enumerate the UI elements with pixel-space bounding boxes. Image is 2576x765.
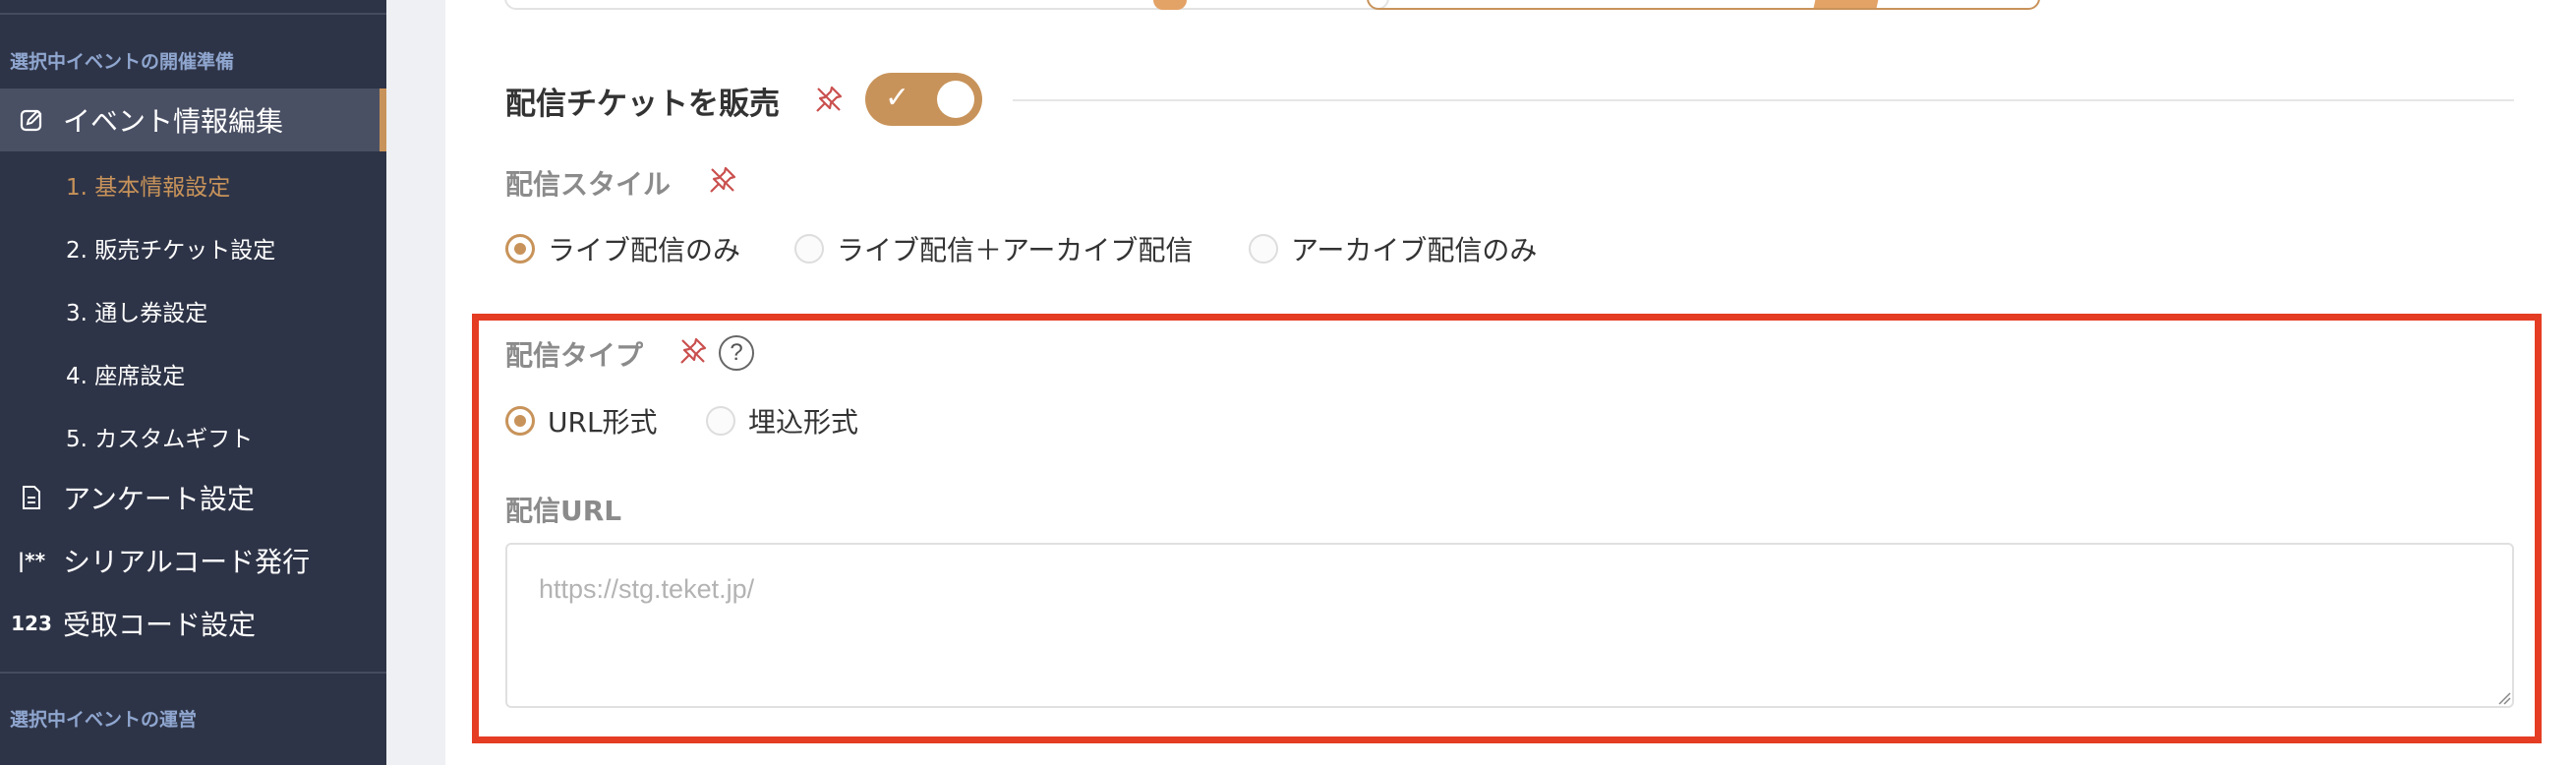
- pin-off-icon: [708, 165, 737, 199]
- top-button[interactable]: [1367, 0, 2040, 10]
- radio-live[interactable]: [505, 234, 535, 264]
- sidebar-item-label: アンケート設定: [63, 483, 255, 515]
- radio-label: ライブ配信＋アーカイブ配信: [837, 234, 1194, 266]
- sidebar-subitem-seats[interactable]: 4. 座席設定: [66, 357, 185, 390]
- radio-embed[interactable]: [706, 406, 735, 436]
- sidebar-item-label: シリアルコード発行: [63, 546, 311, 578]
- stream-url-label: 配信URL: [505, 495, 622, 527]
- sidebar-item-receive[interactable]: 123 受取コード設定: [0, 592, 386, 655]
- toggle-knob: [937, 81, 974, 118]
- pin-off-icon: [678, 336, 708, 370]
- type-option-embed[interactable]: 埋込形式: [706, 401, 858, 441]
- top-field[interactable]: [504, 0, 1389, 10]
- type-option-url[interactable]: URL形式: [505, 401, 658, 441]
- pin-off-icon: [814, 85, 844, 118]
- numbers-icon: 123: [11, 612, 52, 635]
- sidebar-item-label: イベント情報編集: [63, 105, 284, 138]
- sell-stream-ticket-toggle[interactable]: ✓: [865, 73, 982, 126]
- sidebar-subitem-tickets[interactable]: 2. 販売チケット設定: [66, 231, 275, 265]
- stream-style-label: 配信スタイル: [505, 168, 672, 201]
- sidebar-item-event-edit[interactable]: イベント情報編集: [0, 88, 386, 151]
- radio-label: ライブ配信のみ: [548, 234, 741, 266]
- sidebar-divider: [0, 672, 386, 674]
- stream-type-label: 配信タイプ: [505, 339, 644, 372]
- radio-label: URL形式: [548, 406, 658, 439]
- sidebar-item-label: 受取コード設定: [63, 609, 257, 641]
- sidebar-subitem-basic[interactable]: 1. 基本情報設定: [66, 168, 230, 202]
- section-divider: [1013, 99, 2514, 101]
- check-icon: ✓: [885, 81, 910, 115]
- radio-archive[interactable]: [1249, 234, 1278, 264]
- radio-url[interactable]: [505, 406, 535, 436]
- radio-label: 埋込形式: [748, 406, 859, 439]
- stream-url-input[interactable]: [505, 543, 2514, 708]
- sidebar-item-survey[interactable]: アンケート設定: [0, 466, 386, 529]
- resize-handle-icon[interactable]: [2497, 691, 2511, 705]
- asterisk-code-icon: |**: [17, 549, 46, 572]
- edit-icon: [0, 107, 63, 133]
- sidebar-subitem-gift[interactable]: 5. カスタムギフト: [66, 420, 253, 453]
- question-icon[interactable]: ?: [719, 335, 754, 371]
- radio-live-archive[interactable]: [794, 234, 824, 264]
- radio-label: アーカイブ配信のみ: [1291, 234, 1538, 266]
- sidebar-section-prep: 選択中イベントの開催準備: [10, 51, 235, 73]
- top-decoration: [1153, 0, 1187, 10]
- style-option-live-archive[interactable]: ライブ配信＋アーカイブ配信: [794, 229, 1193, 268]
- style-option-archive[interactable]: アーカイブ配信のみ: [1249, 229, 1537, 268]
- document-icon: [0, 485, 63, 510]
- style-option-live[interactable]: ライブ配信のみ: [505, 229, 740, 268]
- sidebar-subitem-season-pass[interactable]: 3. 通し券設定: [66, 294, 207, 327]
- sidebar-item-serial[interactable]: |** シリアルコード発行: [0, 529, 386, 592]
- sidebar: 選択中イベントの開催準備 イベント情報編集 1. 基本情報設定 2. 販売チケッ…: [0, 0, 386, 765]
- sidebar-divider: [0, 13, 386, 15]
- section-title: 配信チケットを販売: [505, 87, 780, 122]
- sidebar-section-ops: 選択中イベントの運営: [10, 709, 198, 731]
